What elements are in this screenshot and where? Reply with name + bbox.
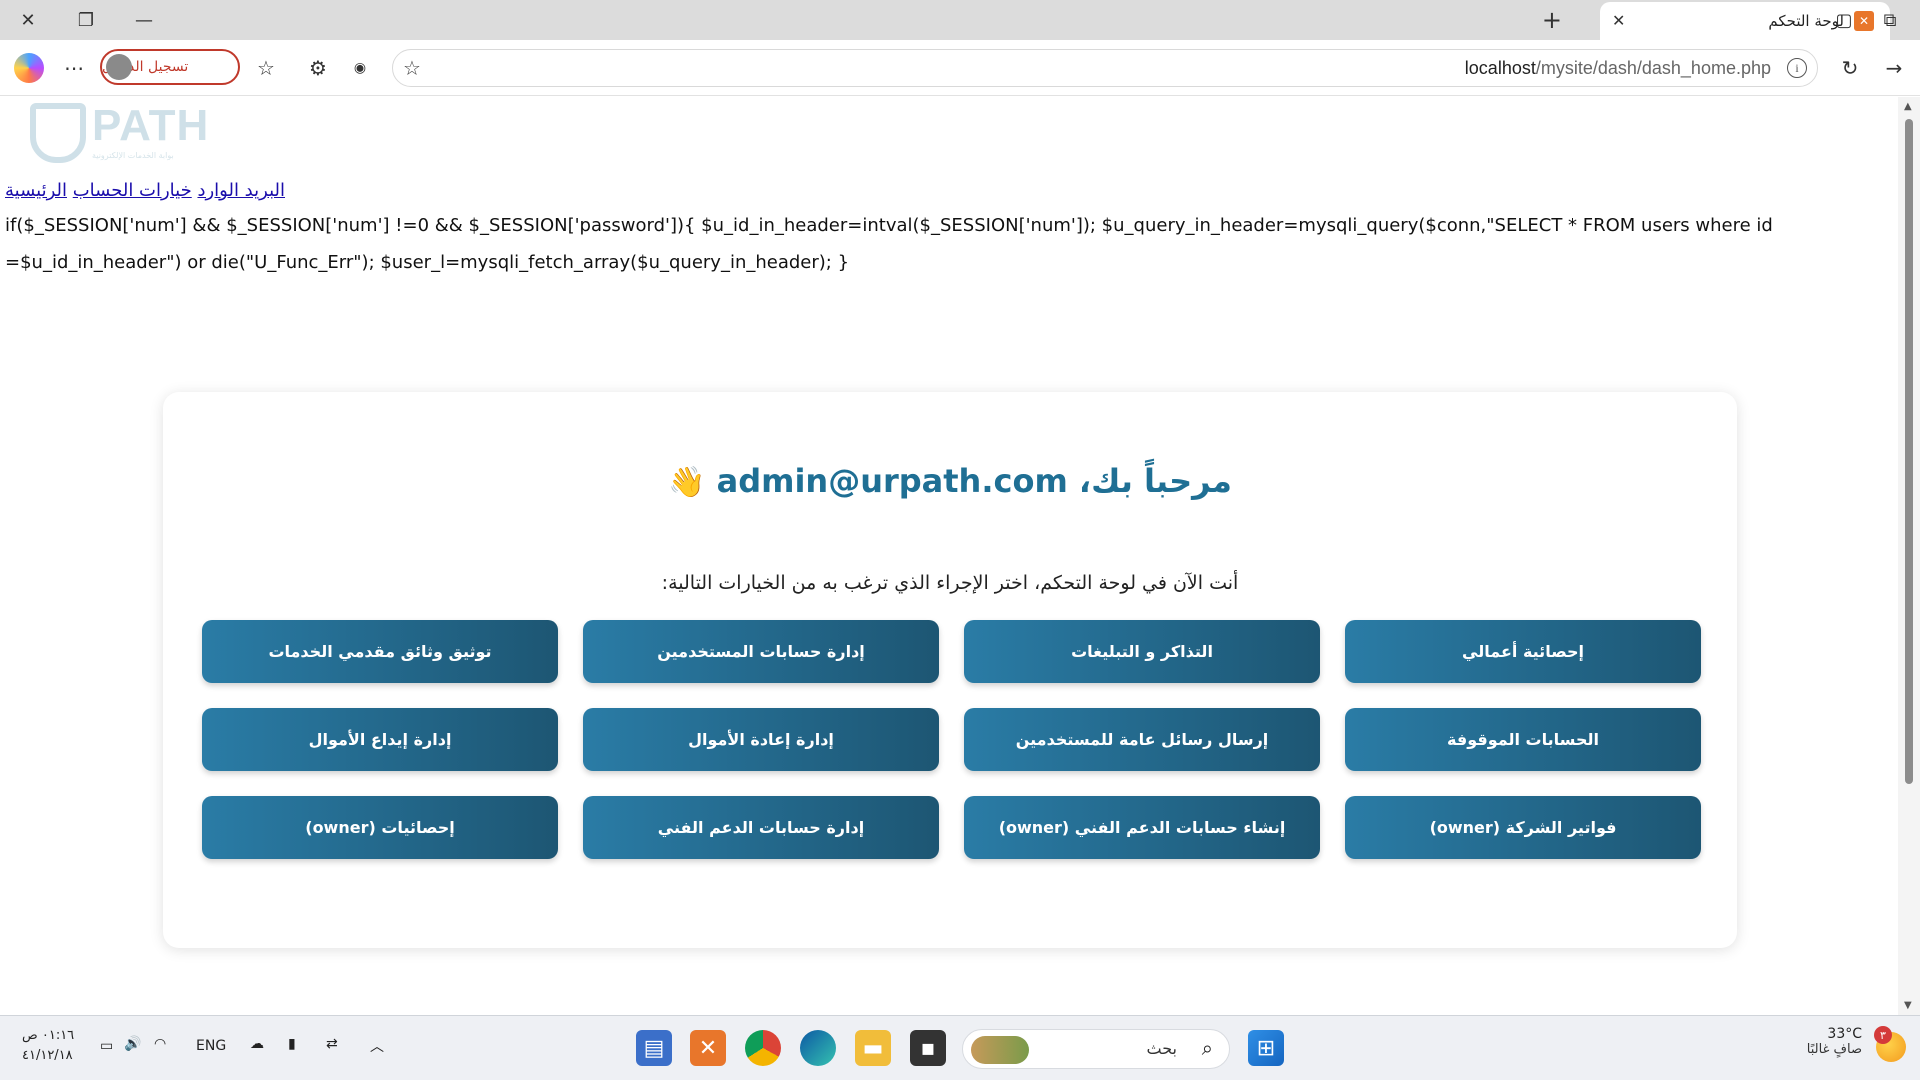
suspended-accounts-button[interactable]: الحسابات الموقوفة: [1345, 708, 1701, 771]
company-invoices-button[interactable]: فواتير الشركة (owner): [1345, 796, 1701, 859]
search-icon: ⌕: [1201, 1036, 1213, 1060]
manage-support-accounts-button[interactable]: إدارة حسابات الدعم الفني: [583, 796, 939, 859]
logo-mark: [30, 103, 86, 163]
site-logo[interactable]: PATH بوابة الخدمات الإلكترونية: [30, 101, 208, 165]
action-grid: إحصائية أعمالي التذاكر و التبليغات إدارة…: [201, 620, 1701, 859]
page-content: PATH بوابة الخدمات الإلكترونية البريد ال…: [0, 97, 1898, 1015]
cloud-off-icon[interactable]: ☁: [250, 1036, 264, 1052]
browser-tab-bar: ✕ ❐ — + ✕ لوحة التحكم ✕ ▢ ⧉: [0, 0, 1920, 40]
page-scrollbar[interactable]: ▲ ▼: [1898, 97, 1920, 1015]
manage-user-accounts-button[interactable]: إدارة حسابات المستخدمين: [583, 620, 939, 683]
welcome-heading: مرحباً بك، admin@urpath.com 👋: [163, 462, 1737, 500]
broadcast-messages-button[interactable]: إرسال رسائل عامة للمستخدمين: [964, 708, 1320, 771]
taskbar-search[interactable]: بحث ⌕: [962, 1029, 1230, 1069]
terminal-icon[interactable]: ▪: [910, 1030, 946, 1066]
clock-time: ٠١:١٦ ص: [22, 1028, 75, 1043]
tab-actions-icon[interactable]: ▢: [1830, 6, 1858, 34]
weather-condition: صافٍ غالبًا: [1806, 1042, 1862, 1057]
weather-sun-icon[interactable]: ٣: [1874, 1026, 1906, 1062]
logo-text: PATH: [92, 101, 210, 150]
clock-date: ٤١/١٢/١٨: [22, 1048, 73, 1063]
os-taskbar: ٠١:١٦ ص ٤١/١٢/١٨ ▭ 🔊 ◠ ENG ☁ ▮ ⇄ ︿ ▤ ✕ ▬…: [0, 1015, 1920, 1080]
clock[interactable]: ٠١:١٦ ص ٤١/١٢/١٨: [22, 1026, 74, 1066]
nav-link-home[interactable]: الرئيسية: [5, 180, 67, 201]
avatar: [106, 54, 132, 80]
url-text: localhost/mysite/dash/dash_home.php: [1464, 58, 1771, 78]
file-explorer-icon[interactable]: ▬: [855, 1030, 891, 1066]
extensions-icon[interactable]: ⚙: [304, 54, 332, 82]
minimize-window-icon[interactable]: —: [130, 6, 158, 34]
scroll-up-icon[interactable]: ▲: [1904, 101, 1912, 112]
instruction-text: أنت الآن في لوحة التحكم، اختر الإجراء ال…: [661, 572, 1239, 594]
logged-as-text: Logged As: admin@urpath.com | Type:: [794, 302, 1104, 321]
scroll-down-icon[interactable]: ▼: [1904, 1000, 1912, 1011]
browser-toolbar: ⋯ تسجيل الدخول ☆ ⚙ ◉ ☆ localhost/mysite/…: [0, 40, 1920, 96]
address-bar[interactable]: ☆ localhost/mysite/dash/dash_home.php i: [392, 49, 1818, 87]
chrome-icon[interactable]: [745, 1030, 781, 1066]
create-support-accounts-button[interactable]: إنشاء حسابات الدعم الفني (owner): [964, 796, 1320, 859]
show-hidden-icons-chevron-icon[interactable]: ︿: [370, 1036, 384, 1056]
copilot-icon[interactable]: [14, 53, 44, 83]
site-nav: البريد الوارد خيارات الحساب الرئيسية: [5, 180, 285, 201]
tickets-reports-button[interactable]: التذاكر و التبليغات: [964, 620, 1320, 683]
weather-temp: 33°C: [1827, 1026, 1862, 1042]
close-window-icon[interactable]: ✕: [14, 6, 42, 34]
record-icon[interactable]: ◉: [346, 54, 374, 82]
network-transfer-icon[interactable]: ⇄: [326, 1036, 338, 1052]
workspaces-icon[interactable]: ⧉: [1876, 6, 1904, 34]
xampp-app-icon[interactable]: ✕: [690, 1030, 726, 1066]
language-indicator[interactable]: ENG: [196, 1038, 226, 1054]
welcome-prefix: مرحباً بك،: [1078, 462, 1232, 500]
notepad-icon[interactable]: ▤: [636, 1030, 672, 1066]
battery-icon[interactable]: ▭: [100, 1038, 113, 1054]
manage-refunds-button[interactable]: إدارة إعادة الأموال: [583, 708, 939, 771]
meter-icon[interactable]: ▮: [288, 1036, 296, 1052]
wave-icon: 👋: [668, 465, 706, 500]
search-highlight-image: [971, 1036, 1029, 1064]
weather-widget[interactable]: 33°C صافٍ غالبًا: [1807, 1026, 1862, 1057]
forward-icon[interactable]: →: [1880, 54, 1908, 82]
new-tab-icon[interactable]: +: [1542, 6, 1562, 34]
my-stats-button[interactable]: إحصائية أعمالي: [1345, 620, 1701, 683]
notification-badge: ٣: [1874, 1026, 1892, 1044]
nav-link-inbox[interactable]: البريد الوارد: [197, 180, 285, 201]
start-windows-icon[interactable]: ⊞: [1248, 1030, 1284, 1066]
site-info-icon[interactable]: i: [1787, 58, 1807, 78]
search-label: بحث: [1146, 1039, 1178, 1058]
dashboard-card: مرحباً بك، admin@urpath.com 👋 أنت الآن ف…: [163, 392, 1737, 948]
scrollbar-thumb[interactable]: [1905, 119, 1913, 784]
login-button[interactable]: تسجيل الدخول: [100, 49, 240, 85]
add-favorite-icon[interactable]: ☆: [403, 56, 421, 80]
edge-icon[interactable]: [800, 1030, 836, 1066]
favorites-icon[interactable]: ☆: [252, 54, 280, 82]
reload-icon[interactable]: ↻: [1836, 54, 1864, 82]
nav-link-account-options[interactable]: خيارات الحساب: [73, 180, 192, 201]
manage-deposits-button[interactable]: إدارة إيداع الأموال: [202, 708, 558, 771]
wifi-icon[interactable]: ◠: [154, 1036, 166, 1052]
owner-statistics-button[interactable]: إحصائيات (owner): [202, 796, 558, 859]
verify-provider-documents-button[interactable]: توثيق وثائق مقدمي الخدمات: [202, 620, 558, 683]
more-options-icon[interactable]: ⋯: [60, 54, 88, 82]
welcome-email: admin@urpath.com: [716, 462, 1068, 500]
raw-php-output: if($_SESSION['num'] && $_SESSION['num'] …: [5, 215, 1773, 273]
volume-icon[interactable]: 🔊: [124, 1036, 141, 1052]
logo-tagline: بوابة الخدمات الإلكترونية: [92, 151, 174, 160]
close-tab-icon[interactable]: ✕: [1612, 11, 1625, 30]
restore-window-icon[interactable]: ❐: [72, 6, 100, 34]
